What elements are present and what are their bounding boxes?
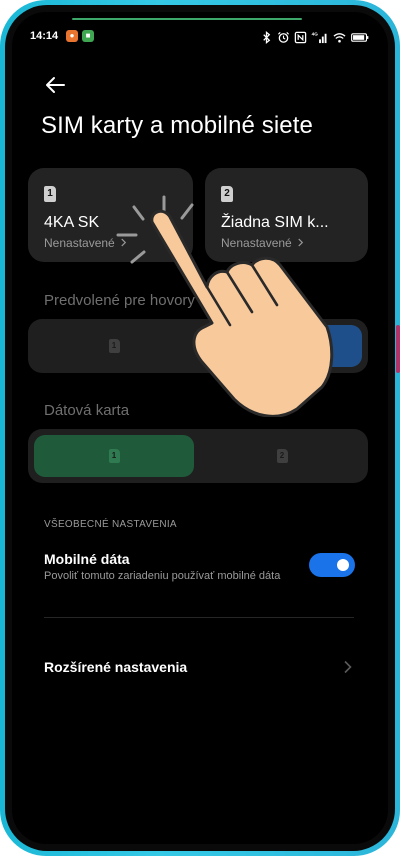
app-notification-icon-2: ■ [82,30,94,42]
sim-name: 4KA SK [44,214,100,231]
calls-default-label: Predvolené pre hovory [44,292,195,309]
data-card-selector: 1 2 [28,429,368,483]
chevron-right-icon [298,238,304,247]
battery-icon [350,31,370,44]
screen: 14:14 ● ■ 4G SIM karty a mobilné siete 1… [12,12,388,844]
mobile-data-toggle[interactable] [309,553,355,577]
general-settings-heading: VŠEOBECNÉ NASTAVENIA [44,519,177,530]
alarm-icon [277,31,290,44]
bluetooth-icon [260,30,273,44]
app-notification-icon: ● [66,30,78,42]
data-card-label: Dátová karta [44,402,130,419]
chevron-right-icon [121,238,127,247]
data-sim-2-option[interactable]: 2 [202,435,362,477]
nfc-icon [294,31,307,44]
sim-status: Nenastavené [44,236,127,250]
sim-slot-icon: 1 [44,186,56,202]
calls-default-selector: 1 2 [28,319,368,373]
status-time: 14:14 [30,30,59,42]
calls-sim-1-option[interactable]: 1 [34,325,194,367]
network-type-label: 4G [312,31,319,36]
divider [44,617,354,618]
wifi-icon [333,31,346,44]
data-sim-1-option[interactable]: 1 [34,435,194,477]
signal-icon: 4G [311,31,329,44]
toggle-knob [337,559,349,571]
sim-1-icon: 1 [108,339,120,353]
back-arrow-icon[interactable] [42,72,68,98]
calls-sim-2-option[interactable]: 2 [202,325,362,367]
sim-slot-icon: 2 [221,186,233,202]
status-bar: 14:14 ● ■ 4G [30,29,370,45]
sim-status: Nenastavené [221,236,304,250]
chevron-right-icon [344,660,352,674]
sim-2-icon: 2 [276,339,288,353]
mobile-data-title: Mobilné dáta [44,551,130,567]
side-button [396,325,400,373]
sim-1-icon: 1 [108,449,120,463]
sim-2-icon: 2 [276,449,288,463]
top-indicator-line [72,18,302,20]
mobile-data-description: Povoliť tomuto zariadeniu používať mobil… [44,570,281,582]
sim-name: Žiadna SIM k... [221,214,329,231]
sim-card-2[interactable]: 2 Žiadna SIM k... Nenastavené [205,168,368,262]
sim-card-1[interactable]: 1 4KA SK Nenastavené [28,168,193,262]
advanced-settings-item[interactable]: Rozšírené nastavenia [44,659,187,675]
page-title: SIM karty a mobilné siete [41,112,313,139]
status-icons: 4G [260,29,370,45]
